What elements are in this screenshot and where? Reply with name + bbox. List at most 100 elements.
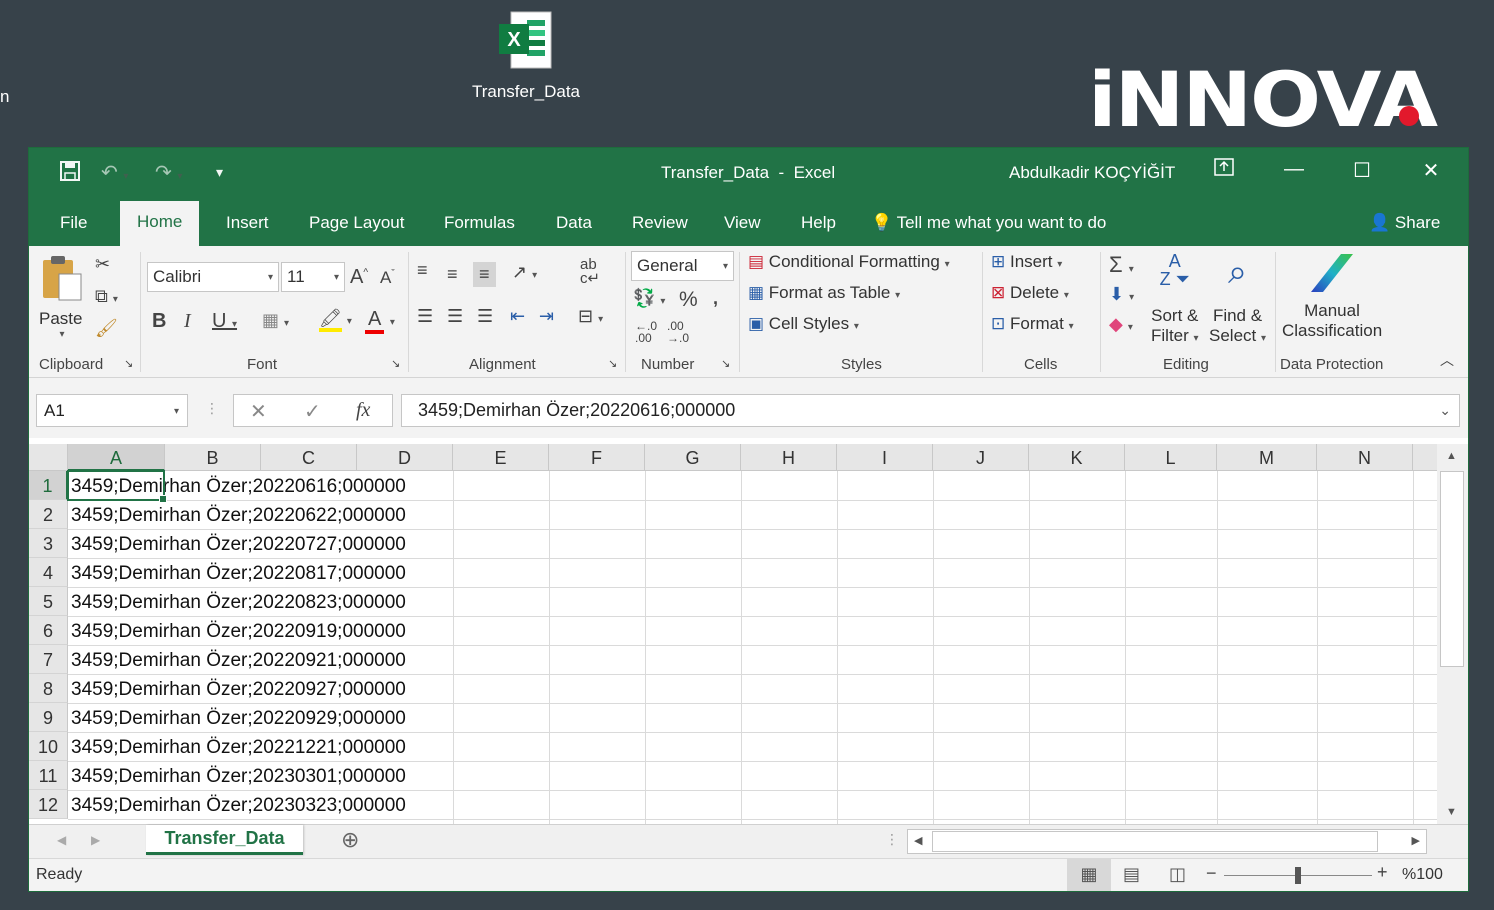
increase-decimal-icon[interactable]: ←.0.00: [635, 320, 657, 344]
ribbon-display-options-icon[interactable]: [1209, 158, 1239, 182]
cell-a9[interactable]: 3459;Demirhan Özer;20220929;000000: [71, 703, 406, 732]
cell-a10[interactable]: 3459;Demirhan Özer;20221221;000000: [71, 732, 406, 761]
column-header-c[interactable]: C: [261, 444, 357, 471]
cell-styles-button[interactable]: ▣ Cell Styles ▾: [748, 314, 859, 334]
decrease-decimal-icon[interactable]: .00 →.0: [667, 320, 689, 344]
column-header-l[interactable]: L: [1125, 444, 1217, 471]
cell-a3[interactable]: 3459;Demirhan Özer;20220727;000000: [71, 529, 406, 558]
format-as-table-button[interactable]: ▦ Format as Table ▾: [748, 283, 900, 303]
expand-formula-bar-icon[interactable]: ⌄: [1439, 402, 1451, 419]
page-layout-view-icon[interactable]: ▤: [1123, 864, 1140, 885]
orientation-icon[interactable]: ↗ ▾: [512, 262, 537, 283]
select-all-corner[interactable]: [29, 444, 68, 471]
font-size-select[interactable]: 11 ▾: [281, 262, 345, 292]
collapse-ribbon-icon[interactable]: ︿: [1440, 350, 1454, 370]
formula-input[interactable]: 3459;Demirhan Özer;20220616;000000 ⌄: [401, 394, 1460, 427]
sheet-tab-transfer-data[interactable]: Transfer_Data: [146, 825, 303, 855]
enter-icon[interactable]: ✓: [304, 399, 321, 424]
worksheet-grid[interactable]: A B C D E F G H I J K L M N 1 3459;Demir…: [29, 444, 1437, 824]
dialog-launcher-icon[interactable]: ↘: [721, 357, 730, 370]
copy-icon[interactable]: ⧉ ▾: [95, 286, 118, 307]
share-button[interactable]: 👤 Share: [1369, 213, 1440, 233]
normal-view-icon[interactable]: ▦: [1067, 859, 1111, 891]
find-select-button[interactable]: ⌕ Find & Select ▾: [1209, 252, 1266, 346]
font-color-icon[interactable]: A ▾: [365, 308, 395, 334]
row-header-7[interactable]: 7: [29, 645, 68, 674]
cut-icon[interactable]: ✂: [95, 254, 110, 275]
cell-a5[interactable]: 3459;Demirhan Özer;20220823;000000: [71, 587, 406, 616]
scroll-up-icon[interactable]: ▲: [1446, 450, 1457, 462]
bold-icon[interactable]: B: [152, 310, 166, 333]
row-header-9[interactable]: 9: [29, 703, 68, 732]
redo-icon[interactable]: ↷ ▾: [155, 160, 182, 185]
vertical-scrollbar[interactable]: ▲ ▼: [1437, 444, 1468, 824]
zoom-out-icon[interactable]: −: [1206, 863, 1217, 884]
horizontal-scrollbar[interactable]: ◀ ▶: [907, 829, 1427, 854]
column-header-g[interactable]: G: [645, 444, 741, 471]
save-icon[interactable]: [59, 160, 81, 188]
row-header-8[interactable]: 8: [29, 674, 68, 703]
wrap-text-icon[interactable]: ab c↵: [580, 257, 600, 286]
tell-me-search[interactable]: 💡 Tell me what you want to do: [871, 213, 1106, 233]
tab-view[interactable]: View: [724, 213, 761, 233]
dialog-launcher-icon[interactable]: ↘: [608, 357, 617, 370]
fill-color-icon[interactable]: 🖍 ▾: [319, 308, 352, 332]
scroll-left-icon[interactable]: ◀: [914, 834, 922, 847]
next-sheet-icon[interactable]: ▶: [91, 833, 100, 847]
dialog-launcher-icon[interactable]: ↘: [391, 357, 400, 370]
italic-icon[interactable]: I: [184, 310, 191, 333]
fill-icon[interactable]: ⬇ ▾: [1109, 284, 1134, 305]
scroll-right-icon[interactable]: ▶: [1412, 834, 1420, 847]
tab-review[interactable]: Review: [632, 213, 688, 233]
align-right-icon[interactable]: ☰: [477, 306, 493, 327]
cancel-icon[interactable]: ✕: [250, 399, 267, 424]
row-header-4[interactable]: 4: [29, 558, 68, 587]
row-header-10[interactable]: 10: [29, 732, 68, 761]
percent-style-icon[interactable]: %: [679, 288, 698, 312]
desktop-file-icon[interactable]: X Transfer_Data: [468, 10, 584, 102]
row-header-2[interactable]: 2: [29, 500, 68, 529]
format-cells-button[interactable]: ⊡ Format ▾: [991, 314, 1074, 334]
customize-toolbar-icon[interactable]: ▾: [216, 164, 223, 181]
cell-a11[interactable]: 3459;Demirhan Özer;20230301;000000: [71, 761, 406, 790]
decrease-indent-icon[interactable]: ⇤: [510, 306, 525, 327]
tab-split-grip-icon[interactable]: ⋮: [885, 831, 899, 848]
underline-icon[interactable]: U ▾: [212, 310, 237, 333]
align-top-icon[interactable]: ≡: [417, 260, 428, 281]
increase-font-size-icon[interactable]: A^: [350, 266, 368, 289]
column-header-b[interactable]: B: [165, 444, 261, 471]
column-header-h[interactable]: H: [741, 444, 837, 471]
cell-a4[interactable]: 3459;Demirhan Özer;20220817;000000: [71, 558, 406, 587]
column-header-e[interactable]: E: [453, 444, 549, 471]
row-header-6[interactable]: 6: [29, 616, 68, 645]
borders-icon[interactable]: ▦ ▾: [262, 310, 289, 331]
autosum-icon[interactable]: Σ ▾: [1109, 252, 1134, 278]
column-header-j[interactable]: J: [933, 444, 1029, 471]
align-center-icon[interactable]: ☰: [447, 306, 463, 327]
align-left-icon[interactable]: ☰: [417, 306, 433, 327]
sort-filter-button[interactable]: AZ ⏷ Sort & Filter ▾: [1151, 252, 1199, 346]
cell-a7[interactable]: 3459;Demirhan Özer;20220921;000000: [71, 645, 406, 674]
clear-icon[interactable]: ◆ ▾: [1109, 314, 1133, 335]
manual-classification-button[interactable]: Manual Classification: [1282, 250, 1382, 341]
cell-a8[interactable]: 3459;Demirhan Özer;20220927;000000: [71, 674, 406, 703]
undo-icon[interactable]: ↶ ▾: [101, 160, 128, 185]
align-middle-icon[interactable]: ≡: [447, 264, 458, 285]
vertical-scroll-thumb[interactable]: [1440, 471, 1464, 667]
column-header-a[interactable]: A: [68, 444, 165, 471]
number-format-select[interactable]: General ▾: [631, 251, 734, 281]
insert-cells-button[interactable]: ⊞ Insert ▾: [991, 252, 1062, 272]
decrease-font-size-icon[interactable]: Aˇ: [380, 268, 395, 288]
cell-a6[interactable]: 3459;Demirhan Özer;20220919;000000: [71, 616, 406, 645]
column-header-m[interactable]: M: [1217, 444, 1317, 471]
scroll-down-icon[interactable]: ▼: [1446, 806, 1457, 818]
format-painter-icon[interactable]: 🖌: [95, 318, 118, 339]
cell-a2[interactable]: 3459;Demirhan Özer;20220622;000000: [71, 500, 406, 529]
maximize-icon[interactable]: ☐: [1347, 158, 1377, 183]
font-name-select[interactable]: Calibri ▾: [147, 262, 279, 292]
close-icon[interactable]: ✕: [1416, 158, 1446, 183]
insert-function-icon[interactable]: fx: [356, 399, 370, 422]
row-header-11[interactable]: 11: [29, 761, 68, 790]
column-header-f[interactable]: F: [549, 444, 645, 471]
accounting-format-icon[interactable]: 💱 ▾: [633, 288, 665, 309]
